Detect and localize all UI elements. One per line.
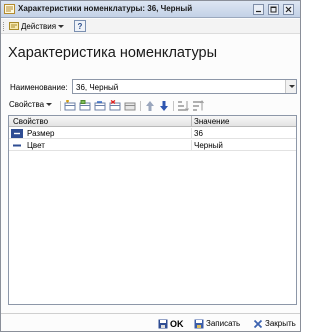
name-field-value: 36, Черный bbox=[76, 83, 119, 92]
name-label: Наименование: bbox=[10, 83, 68, 92]
ok-button[interactable]: OK bbox=[158, 317, 184, 330]
column-divider[interactable] bbox=[191, 116, 192, 127]
dialog-footer: OK Записать Закрыть bbox=[1, 314, 300, 332]
maximize-icon[interactable] bbox=[268, 4, 279, 15]
table-toolbar: Свойства bbox=[8, 98, 297, 114]
properties-menu-label: Свойства bbox=[9, 100, 45, 109]
page-title: Характеристика номенклатуры bbox=[8, 45, 218, 61]
toolbar-separator bbox=[60, 101, 61, 111]
name-field[interactable]: 36, Черный bbox=[72, 79, 297, 94]
column-divider bbox=[191, 128, 192, 139]
minimize-icon[interactable] bbox=[253, 4, 264, 15]
toolbar-separator bbox=[140, 101, 141, 111]
properties-menu-button[interactable]: Свойства bbox=[9, 100, 53, 109]
column-header-property[interactable]: Свойство bbox=[13, 117, 48, 126]
ok-label: OK bbox=[170, 318, 184, 329]
add-row-icon[interactable] bbox=[64, 100, 76, 112]
close-icon bbox=[253, 319, 263, 329]
save-icon bbox=[194, 319, 204, 329]
menu-bar: Действия ? bbox=[1, 19, 300, 34]
form-icon bbox=[4, 4, 15, 14]
help-button[interactable]: ? bbox=[74, 20, 86, 32]
save-label: Записать bbox=[206, 319, 241, 328]
sort-ascending-icon[interactable] bbox=[177, 100, 189, 112]
chevron-down-icon bbox=[58, 22, 65, 31]
sort-descending-icon[interactable] bbox=[192, 100, 204, 112]
row-selected-icon bbox=[11, 129, 23, 138]
window-title: Характеристики номенклатуры: 36, Черный bbox=[18, 4, 193, 13]
delete-row-icon[interactable] bbox=[109, 100, 121, 112]
toolbar-grip[interactable] bbox=[3, 22, 5, 31]
table-row[interactable]: Цвет Черный bbox=[9, 140, 296, 151]
close-button[interactable]: Закрыть bbox=[253, 317, 296, 330]
cell-property: Размер bbox=[27, 129, 55, 138]
edit-row-icon[interactable] bbox=[94, 100, 106, 112]
close-label: Закрыть bbox=[265, 319, 296, 328]
save-button[interactable]: Записать bbox=[194, 317, 240, 330]
toolbar-separator bbox=[173, 101, 174, 111]
properties-table[interactable]: Свойство Значение Размер 36 Цвет Черный bbox=[8, 115, 297, 305]
cell-value[interactable]: 36 bbox=[194, 129, 203, 138]
dialog-window: Характеристики номенклатуры: 36, Черный … bbox=[0, 0, 301, 332]
table-row[interactable]: Размер 36 bbox=[9, 128, 296, 139]
ok-icon bbox=[158, 319, 168, 329]
name-dropdown-button[interactable] bbox=[285, 80, 296, 93]
title-bar[interactable]: Характеристики номенклатуры: 36, Черный bbox=[1, 1, 300, 18]
column-divider bbox=[191, 140, 192, 151]
actions-menu-label: Действия bbox=[21, 22, 57, 31]
move-down-icon[interactable] bbox=[158, 100, 170, 112]
cell-property: Цвет bbox=[27, 141, 45, 150]
column-header-value[interactable]: Значение bbox=[194, 117, 229, 126]
close-window-icon[interactable] bbox=[283, 4, 294, 15]
end-edit-icon[interactable] bbox=[124, 100, 136, 112]
actions-menu-button[interactable]: Действия bbox=[7, 20, 66, 33]
chevron-down-icon bbox=[46, 100, 53, 109]
cell-value[interactable]: Черный bbox=[194, 141, 223, 150]
actions-icon bbox=[9, 21, 19, 33]
table-header: Свойство Значение bbox=[9, 116, 296, 127]
move-up-icon[interactable] bbox=[144, 100, 156, 112]
row-icon bbox=[11, 141, 23, 150]
copy-row-icon[interactable] bbox=[79, 100, 91, 112]
